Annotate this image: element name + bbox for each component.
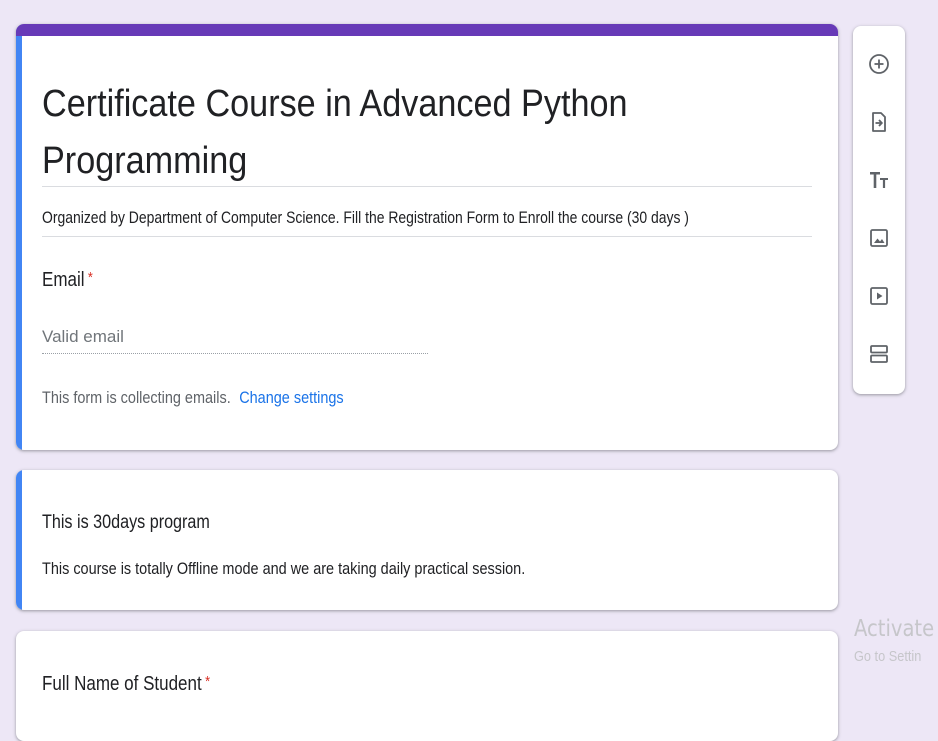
form-header-card[interactable]: Certificate Course in Advanced Python Pr… [16, 24, 838, 450]
import-questions-icon [872, 112, 886, 132]
question-card[interactable]: Full Name of Student * [16, 631, 838, 741]
add-question-icon [869, 54, 889, 74]
add-video-icon [870, 287, 888, 305]
add-question-button[interactable] [861, 46, 897, 82]
header-accent-bar [16, 24, 838, 36]
watermark-line-2: Go to Settin [854, 648, 922, 665]
add-title-button[interactable] [861, 162, 897, 198]
email-input[interactable] [42, 320, 428, 354]
add-image-icon [870, 229, 888, 247]
activation-watermark: Activate W Go to Settin [854, 616, 938, 665]
email-label-text: Email [42, 269, 85, 291]
required-asterisk: * [87, 269, 93, 286]
email-question-label: Email * [42, 269, 93, 292]
section-description[interactable]: This course is totally Offline mode and … [42, 559, 525, 579]
add-section-icon [870, 345, 888, 363]
question-label[interactable]: Full Name of Student * [42, 673, 210, 696]
add-video-button[interactable] [861, 278, 897, 314]
watermark-line-1: Activate W [854, 616, 938, 642]
question-label-text: Full Name of Student [42, 673, 202, 695]
section-title[interactable]: This is 30days program [42, 512, 210, 534]
required-asterisk: * [205, 673, 211, 690]
form-description[interactable]: Organized by Department of Computer Scie… [42, 208, 689, 228]
add-image-button[interactable] [861, 220, 897, 256]
import-questions-button[interactable] [861, 104, 897, 140]
floating-toolbar [853, 26, 905, 394]
change-settings-link[interactable]: Change settings [239, 388, 343, 407]
description-divider [42, 236, 812, 237]
collecting-emails-text: This form is collecting emails. [42, 388, 231, 407]
email-collection-note: This form is collecting emails. Change se… [42, 388, 344, 408]
title-divider [42, 186, 812, 187]
form-title[interactable]: Certificate Course in Advanced Python Pr… [42, 76, 735, 190]
add-section-button[interactable] [861, 336, 897, 372]
section-card[interactable]: This is 30days program This course is to… [16, 470, 838, 610]
add-title-icon [870, 172, 888, 188]
